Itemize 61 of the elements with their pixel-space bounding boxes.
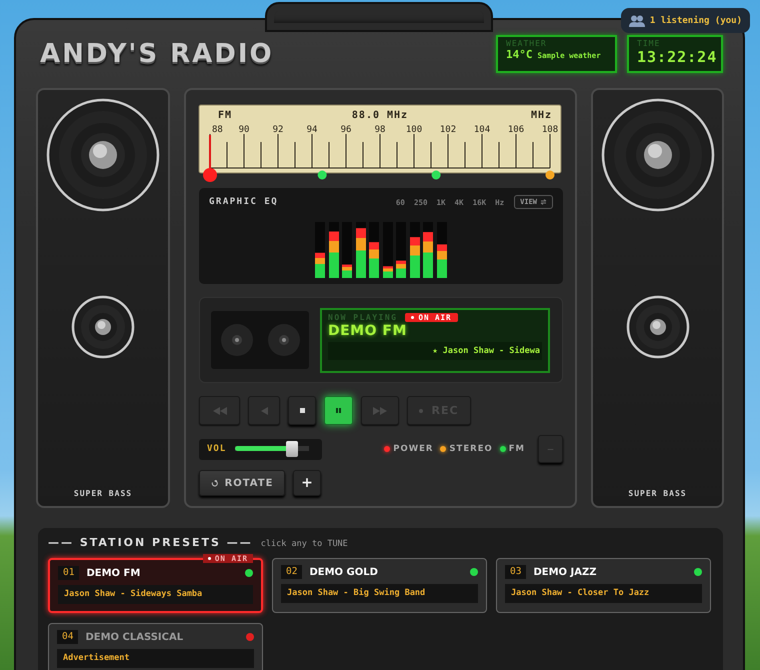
- track-ticker: ★ Jason Shaw - Sidewa: [328, 342, 542, 360]
- scale-number: 90: [238, 125, 250, 135]
- volume-label: VOL: [207, 444, 226, 454]
- rewind-icon: [212, 406, 226, 414]
- presets-hint: click any to TUNE: [260, 539, 348, 549]
- time-label: TIME: [637, 39, 662, 48]
- scale-number: 98: [374, 125, 386, 135]
- indicator-label: STEREO: [449, 444, 493, 454]
- speaker-label: SUPER BASS: [74, 489, 132, 498]
- people-icon: [628, 14, 645, 26]
- stop-button[interactable]: [288, 396, 316, 425]
- rotate-button[interactable]: ROTATE: [199, 470, 285, 496]
- temperature: 14°C: [506, 48, 532, 61]
- scale-number: 104: [474, 125, 490, 135]
- scale-number: 94: [306, 125, 318, 135]
- tuning-needle[interactable]: [203, 135, 217, 182]
- scale-number: 92: [272, 125, 284, 135]
- indicator-label: POWER: [393, 444, 434, 454]
- frequency-readout: 88.0 MHz: [352, 110, 408, 121]
- preset-track: Jason Shaw - Big Swing Band: [281, 584, 478, 603]
- weather-label: WEATHER: [506, 39, 548, 48]
- scale-number: 100: [406, 125, 422, 135]
- left-triangle-icon: [260, 406, 268, 414]
- pause-icon: [336, 408, 341, 413]
- band-label: FM: [218, 110, 232, 121]
- fast-forward-icon: [373, 406, 387, 414]
- rotate-icon: [210, 480, 218, 486]
- unit-label: MHz: [530, 110, 552, 121]
- preset-number: 01: [58, 566, 80, 580]
- scale-number: 106: [508, 125, 524, 135]
- preset-card[interactable]: 03 DEMO JAZZ Jason Shaw - Closer To Jazz: [496, 558, 711, 613]
- scale-number: 88: [212, 125, 223, 135]
- volume-thumb[interactable]: [286, 441, 298, 457]
- preset-name: DEMO JAZZ: [533, 566, 598, 578]
- radio-title: ANDY'S RADIO: [40, 39, 275, 69]
- swap-icon: [540, 199, 547, 205]
- preset-number: 04: [57, 630, 78, 644]
- preset-number: 02: [281, 565, 302, 579]
- scale-number: 102: [440, 125, 456, 135]
- preset-card[interactable]: 02 DEMO GOLD Jason Shaw - Big Swing Band: [272, 558, 487, 613]
- equalizer-title: GRAPHIC EQ: [209, 197, 280, 207]
- listeners-count: 1 listening (you): [650, 16, 742, 26]
- small-speaker-drawing: [71, 295, 135, 359]
- indicator-label: FM: [508, 444, 525, 454]
- speaker-label: SUPER BASS: [628, 489, 687, 498]
- preset-name: DEMO CLASSICAL: [85, 632, 184, 642]
- scale-number: 108: [542, 125, 558, 135]
- record-dot-icon: [419, 408, 424, 412]
- preset-track: Jason Shaw - Closer To Jazz: [505, 584, 702, 603]
- pause-button[interactable]: [324, 396, 353, 425]
- add-button[interactable]: +: [293, 470, 321, 496]
- preset-number: 03: [505, 565, 526, 579]
- stop-icon: [300, 408, 304, 413]
- preset-track: Jason Shaw - Sideways Samba: [58, 585, 253, 604]
- small-speaker-drawing: [626, 295, 690, 359]
- station-name: DEMO FM: [328, 322, 408, 340]
- preset-track: Advertisement: [57, 649, 254, 668]
- scale-number: 96: [340, 125, 352, 135]
- presets-title: —— STATION PRESETS ——: [48, 536, 253, 549]
- preset-name: DEMO GOLD: [309, 566, 379, 578]
- preset-name: DEMO FM: [86, 568, 142, 578]
